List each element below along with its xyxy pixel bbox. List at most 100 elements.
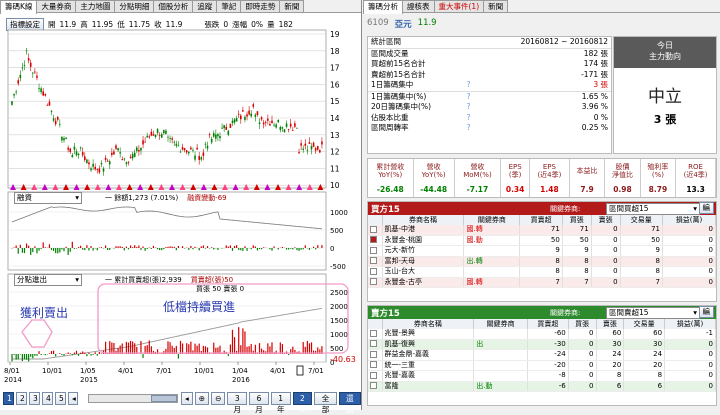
row-checkbox[interactable] [370,382,377,389]
row-checkbox[interactable] [370,361,377,368]
page-button-3[interactable]: 3 [29,392,40,405]
tab-chip-analysis[interactable]: 籌碼分析 [363,0,403,14]
broker-row[interactable]: 兆豐-景興-6006060-1 [368,329,716,339]
scrollbar-thumb[interactable] [151,395,177,402]
row-checkbox[interactable] [370,330,377,337]
broker-name[interactable]: 統一-三重 [382,360,474,371]
sell-filter-select[interactable]: 區間賣超15▾ [606,307,700,319]
broker-name[interactable]: 兆豐-嘉義 [382,371,474,382]
ind2-select[interactable]: 分點進出▾ [14,274,82,286]
stat-label: 佔股本比重 [368,113,464,124]
row-checkbox[interactable] [370,340,377,347]
candle-body [173,142,175,143]
tab-chip-kline[interactable]: 籌碼K線 [0,0,37,14]
col-header[interactable]: 損益(萬) [663,215,716,225]
range-2y-button[interactable]: 2年 [293,392,313,405]
broker-name[interactable]: 凱基-復興 [382,339,474,350]
col-header[interactable]: 買賣超 [527,319,568,329]
range-6m-button[interactable]: 6月 [249,392,269,405]
broker-name[interactable]: 玉山-台大 [382,267,464,278]
col-header[interactable]: 交易量 [620,215,662,225]
row-checkbox[interactable] [370,278,377,285]
broker-row[interactable]: 元大-新竹99090 [368,246,716,257]
broker-row[interactable]: 統一-三重-20020200 [368,360,716,371]
buy-edit-button[interactable]: 編 [699,202,715,214]
broker-row[interactable]: 永豐金-古亭國.轉77070 [368,277,716,288]
col-header[interactable]: 買張 [568,319,596,329]
range-1y-button[interactable]: 1年 [271,392,291,405]
margin-change-bar [192,248,193,249]
broker-name[interactable]: 永豐金-桃園 [382,235,464,246]
range-all-button[interactable]: 全部 [314,392,336,405]
zoom-out-icon[interactable]: ⊖ [211,392,225,405]
tab-right-news[interactable]: 新聞 [483,0,508,12]
net-buy-bar [76,351,77,354]
chart-cursor[interactable] [297,366,303,375]
row-checkbox[interactable] [370,372,377,379]
broker-row[interactable]: 兆豐-嘉義-80880 [368,371,716,382]
sell-edit-button[interactable]: 編 [699,306,715,318]
broker-row[interactable]: 永豐金-桃園國.動50500500 [368,235,716,246]
broker-row[interactable]: 群益金鼎-嘉義-24024240 [368,350,716,361]
price-axis-label: 19 [330,30,340,39]
tab-branch-detail[interactable]: 分點明細 [114,0,154,12]
col-header[interactable]: 賣張 [591,215,620,225]
row-checkbox[interactable] [370,268,377,275]
sell-table-header: 券商名稱關鍵券商買賣超買張賣張交易量損益(萬) [368,319,716,329]
tab-realtime[interactable]: 即時走勢 [240,0,280,12]
row-checkbox[interactable] [370,351,377,358]
col-header[interactable]: 買張 [562,215,591,225]
tab-verify[interactable]: 證核表 [402,0,435,12]
row-checkbox[interactable] [370,257,377,264]
col-header[interactable]: 關鍵券商 [474,319,528,329]
chevron-down-icon: ▾ [693,204,697,214]
col-header[interactable]: 賣張 [596,319,624,329]
tab-news[interactable]: 新聞 [279,0,304,12]
broker-name[interactable]: 富邦-天母 [382,256,464,267]
broker-row[interactable]: 富邦-天母出.轉88080 [368,256,716,267]
net-buy-bar [311,342,312,354]
broker-name[interactable]: 富隆 [382,381,474,392]
broker-name[interactable]: 兆豐-景興 [382,329,474,339]
broker-name[interactable]: 凱基-中港 [382,225,464,235]
ind1-select[interactable]: 融資▾ [14,192,82,204]
page-button-4[interactable]: 4 [42,392,53,405]
buy-filter-select[interactable]: 區間買超15▾ [606,203,700,215]
col-header[interactable]: 關鍵券商 [464,215,520,225]
col-header[interactable]: 交易量 [624,319,665,329]
candle-body [136,148,138,151]
col-header[interactable]: 買賣超 [520,215,562,225]
broker-row[interactable]: 凱基-中港國.轉71710710 [368,225,716,235]
tab-stock-analysis[interactable]: 個股分析 [153,0,193,12]
tab-major-events[interactable]: 重大事件(1) [434,0,485,12]
tab-notes[interactable]: 筆記 [216,0,241,12]
col-header[interactable]: 損益(萬) [665,319,716,329]
broker-name[interactable]: 群益金鼎-嘉義 [382,350,474,361]
row-checkbox[interactable] [370,236,377,243]
page-button-1[interactable]: 1 [3,392,14,405]
broker-row[interactable]: 富隆出.動-60660 [368,381,716,392]
scroll-left-icon[interactable]: ◂ [181,392,193,405]
tab-main-map[interactable]: 主力地圖 [75,0,115,12]
chart-scrollbar[interactable] [88,394,178,403]
broker-name[interactable]: 元大-新竹 [382,246,464,257]
zoom-in-icon[interactable]: ⊕ [195,392,209,405]
col-header[interactable]: 券商名稱 [382,319,474,329]
col-header[interactable]: 券商名稱 [382,215,464,225]
row-checkbox[interactable] [370,226,377,233]
candle-body [223,125,225,128]
range-3m-button[interactable]: 3月 [227,392,247,405]
page-button-5[interactable]: 5 [55,392,66,405]
kline-chart[interactable]: 19181716151413121110 10005000-500 250020… [0,14,362,396]
page-button-2[interactable]: 2 [16,392,27,405]
tab-track[interactable]: 追蹤 [192,0,217,12]
row-checkbox[interactable] [370,247,377,254]
broker-row[interactable]: 玉山-台大88080 [368,267,716,278]
tab-big-broker[interactable]: 大量券商 [36,0,76,12]
broker-row[interactable]: 凱基-復興出-30030300 [368,339,716,350]
broker-name[interactable]: 永豐金-古亭 [382,277,464,288]
x-axis-month: 4/01 [118,367,134,375]
fin-header-line2: (%) [642,171,674,179]
adjust-price-button[interactable]: 還價 [339,392,361,405]
prev-icon[interactable]: ◂ [68,392,78,405]
